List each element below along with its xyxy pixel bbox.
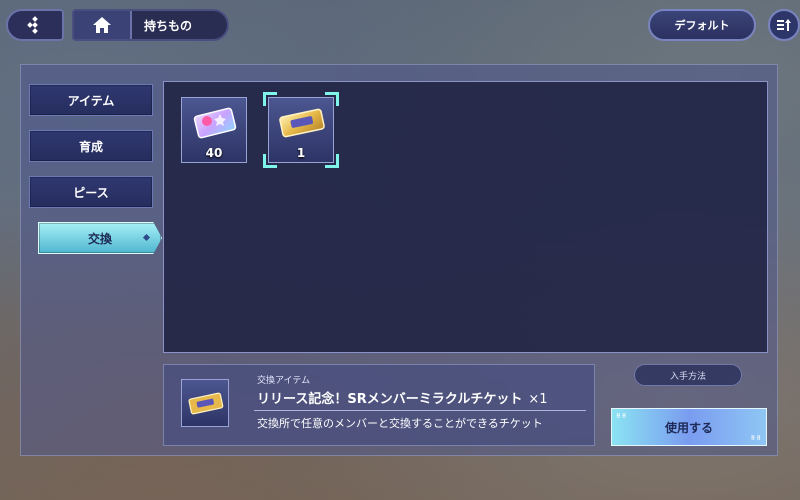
tab-label: 交換 xyxy=(87,231,112,246)
selection-corner xyxy=(325,92,339,106)
sort-order-button[interactable] xyxy=(768,9,800,41)
menu-diamonds-icon xyxy=(27,16,38,34)
item-count: 40 xyxy=(205,146,223,160)
page-title: 持ちもの xyxy=(144,18,193,33)
use-button-label: 使用する xyxy=(664,420,713,435)
tab-pieces[interactable]: ピース xyxy=(29,176,153,208)
item-detail-panel: 交換アイテム リリース記念！SRメンバーミラクルチケット ×1 交換所で任意のメン… xyxy=(163,364,595,446)
decor-dots: ⠿⠿ xyxy=(616,413,628,420)
breadcrumb: 持ちもの xyxy=(72,9,229,41)
tab-label: ピース xyxy=(73,185,109,200)
detail-item-icon xyxy=(181,379,229,427)
tab-arrow-icon xyxy=(142,233,151,242)
tab-items[interactable]: アイテム xyxy=(29,84,153,116)
item-count: 1 xyxy=(296,146,306,160)
item-name-text: リリース記念！SRメンバーミラクルチケット xyxy=(257,392,523,407)
home-button[interactable] xyxy=(74,11,132,39)
crystal-ticket-icon xyxy=(193,107,237,139)
sort-icon xyxy=(777,19,791,31)
home-icon xyxy=(93,17,111,33)
inventory-slot[interactable]: 40 xyxy=(181,97,247,163)
detail-item-name: リリース記念！SRメンバーミラクルチケット ×1 xyxy=(257,388,548,407)
detail-description: 交換所で任意のメンバーと交換することができるチケット xyxy=(257,417,543,430)
decor-dots: ⠿⠿ xyxy=(750,435,762,442)
gold-ticket-icon xyxy=(188,392,224,415)
use-button[interactable]: ⠿⠿ 使用する ⠿⠿ xyxy=(611,408,767,446)
inventory-slot-selected[interactable]: 1 xyxy=(263,92,339,168)
item-quantity: ×1 xyxy=(528,392,548,407)
menu-button[interactable] xyxy=(6,9,64,41)
divider xyxy=(254,410,586,411)
selection-corner xyxy=(263,154,277,168)
gold-ticket-icon xyxy=(279,108,325,138)
how-to-obtain-button[interactable]: 入手方法 xyxy=(634,364,742,386)
default-sort-button[interactable]: デフォルト xyxy=(648,9,756,41)
selection-corner xyxy=(263,92,277,106)
tab-training[interactable]: 育成 xyxy=(29,130,153,162)
tab-label: 育成 xyxy=(78,139,103,154)
detail-category: 交換アイテム xyxy=(257,376,311,386)
tab-label: アイテム xyxy=(67,93,115,108)
tab-exchange[interactable]: 交換 xyxy=(38,222,162,254)
inventory-grid: 40 1 xyxy=(163,81,768,353)
selection-corner xyxy=(325,154,339,168)
